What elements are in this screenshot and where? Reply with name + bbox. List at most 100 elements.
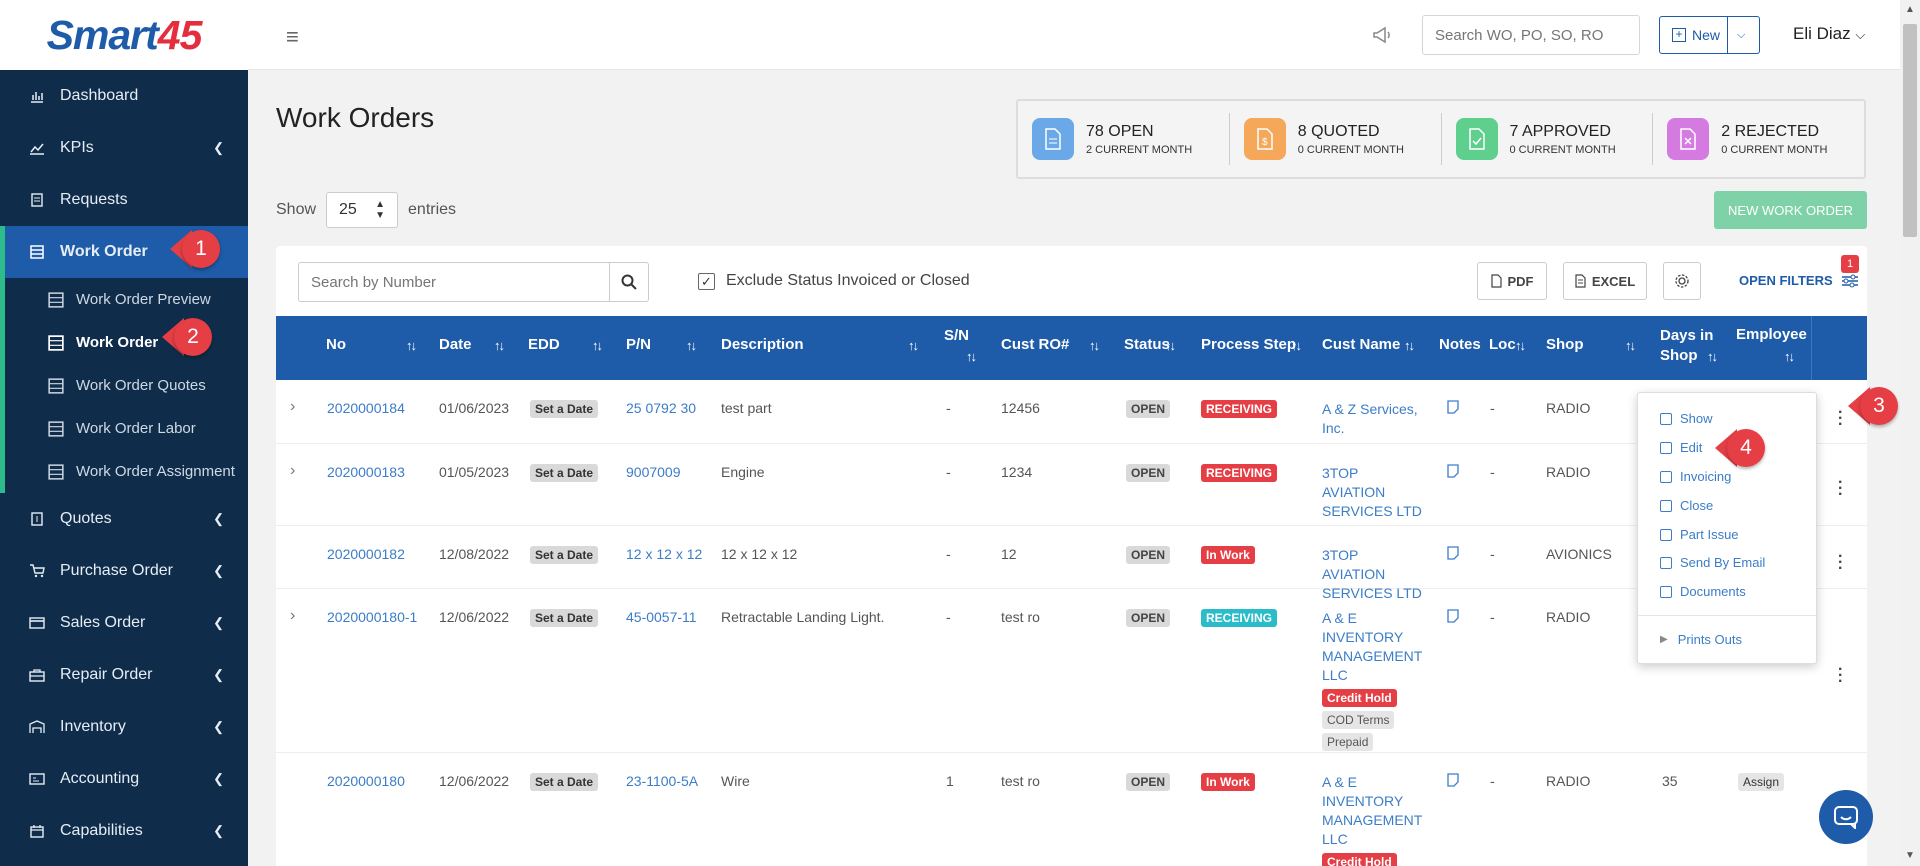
user-menu[interactable]: Eli Diaz ⌵ bbox=[1793, 24, 1865, 44]
notes-icon[interactable] bbox=[1446, 546, 1460, 560]
scroll-up-icon[interactable]: ▲ bbox=[1905, 4, 1915, 15]
menu-item-documents[interactable]: Documents bbox=[1660, 584, 1746, 599]
col-edd[interactable]: EDD bbox=[528, 336, 560, 353]
expand-row-icon[interactable]: › bbox=[290, 462, 295, 480]
sidebar-item-kpis[interactable]: KPIs ❮ bbox=[0, 122, 248, 174]
sidebar-item-accounting[interactable]: Accounting ❮ bbox=[0, 753, 248, 805]
sort-icon[interactable]: ↑↓ bbox=[1707, 349, 1718, 364]
sidebar-item-dashboard[interactable]: Dashboard bbox=[0, 70, 248, 122]
pn-link[interactable]: 23-1100-5A bbox=[626, 773, 698, 789]
col-date[interactable]: Date bbox=[439, 336, 472, 353]
wo-number-link[interactable]: 2020000180 bbox=[327, 773, 405, 789]
megaphone-icon[interactable] bbox=[1371, 24, 1393, 46]
wo-number-link[interactable]: 2020000183 bbox=[327, 464, 405, 480]
column-settings-button[interactable] bbox=[1663, 262, 1701, 300]
sort-icon[interactable]: ↑↓ bbox=[1165, 338, 1176, 353]
stat-quoted[interactable]: $8 QUOTED 0 CURRENT MONTH bbox=[1230, 113, 1442, 165]
menu-item-edit[interactable]: Edit bbox=[1660, 440, 1702, 455]
new-button[interactable]: + New ⌵ bbox=[1659, 16, 1760, 54]
sidebar-subitem-work-order-quotes[interactable]: Work Order Quotes bbox=[5, 364, 248, 407]
hamburger-menu-icon[interactable]: ≡ bbox=[286, 24, 299, 50]
chat-widget-button[interactable] bbox=[1819, 790, 1873, 844]
notes-icon[interactable] bbox=[1446, 609, 1460, 623]
sort-icon[interactable]: ↑↓ bbox=[406, 338, 417, 353]
process-step-badge[interactable]: RECEIVING bbox=[1201, 609, 1278, 627]
menu-item-send-by-email[interactable]: Send By Email bbox=[1660, 555, 1765, 570]
set-date-button[interactable]: Set a Date bbox=[530, 609, 599, 627]
sort-icon[interactable]: ↑↓ bbox=[1625, 338, 1636, 353]
col-employee[interactable]: Employee bbox=[1736, 326, 1807, 343]
menu-item-close[interactable]: Close bbox=[1660, 498, 1713, 513]
col-loc[interactable]: Loc bbox=[1489, 336, 1516, 353]
sort-icon[interactable]: ↑↓ bbox=[592, 338, 603, 353]
notes-icon[interactable] bbox=[1446, 400, 1460, 414]
customer-link[interactable]: 3TOP AVIATION SERVICES LTD bbox=[1322, 464, 1422, 521]
stat-approved[interactable]: 7 APPROVED 0 CURRENT MONTH bbox=[1442, 113, 1654, 165]
col-days-in-shop[interactable]: Days in Shop bbox=[1660, 326, 1713, 366]
sidebar-item-inventory[interactable]: Inventory ❮ bbox=[0, 701, 248, 753]
pn-link[interactable]: 12 x 12 x 12 bbox=[626, 546, 702, 562]
col-status[interactable]: Status bbox=[1124, 336, 1170, 353]
entries-select[interactable]: 25 ▲ ▼ bbox=[326, 192, 399, 228]
sidebar-item-requests[interactable]: Requests bbox=[0, 174, 248, 226]
sort-icon[interactable]: ↑↓ bbox=[494, 338, 505, 353]
process-step-badge[interactable]: In Work bbox=[1201, 546, 1255, 564]
menu-item-show[interactable]: Show bbox=[1660, 411, 1713, 426]
sidebar-subitem-work-order-preview[interactable]: Work Order Preview bbox=[5, 278, 248, 321]
wo-number-link[interactable]: 2020000184 bbox=[327, 400, 405, 416]
col-process-step[interactable]: Process Step bbox=[1201, 336, 1296, 353]
sort-icon[interactable]: ↑↓ bbox=[1515, 338, 1526, 353]
open-filters-button[interactable]: OPEN FILTERS bbox=[1739, 273, 1859, 288]
notes-icon[interactable] bbox=[1446, 464, 1460, 478]
wo-number-link[interactable]: 2020000182 bbox=[327, 546, 405, 562]
menu-item-prints-outs[interactable]: ▶ Prints Outs bbox=[1660, 632, 1742, 647]
new-work-order-button[interactable]: NEW WORK ORDER bbox=[1714, 191, 1867, 229]
wo-number-link[interactable]: 2020000180-1 bbox=[327, 609, 417, 625]
exclude-checkbox[interactable]: ✓ bbox=[698, 273, 715, 290]
menu-item-invoicing[interactable]: Invoicing bbox=[1660, 469, 1731, 484]
stat-open[interactable]: 78 OPEN 2 CURRENT MONTH bbox=[1018, 113, 1230, 165]
chevron-down-icon[interactable]: ⌵ bbox=[1737, 29, 1745, 42]
sort-icon[interactable]: ↑↓ bbox=[1291, 338, 1302, 353]
stat-rejected[interactable]: 2 REJECTED 0 CURRENT MONTH bbox=[1653, 113, 1864, 165]
set-date-button[interactable]: Set a Date bbox=[530, 464, 599, 482]
notes-icon[interactable] bbox=[1446, 773, 1460, 787]
pdf-button[interactable]: PDF bbox=[1477, 262, 1547, 300]
set-date-button[interactable]: Set a Date bbox=[530, 400, 599, 418]
search-by-number-input[interactable] bbox=[298, 262, 610, 302]
menu-item-part-issue[interactable]: Part Issue bbox=[1660, 527, 1739, 542]
search-button[interactable] bbox=[609, 262, 649, 302]
scroll-thumb[interactable] bbox=[1903, 24, 1917, 237]
customer-link[interactable]: A & E INVENTORY MANAGEMENT LLC bbox=[1322, 773, 1422, 849]
global-search-input[interactable] bbox=[1422, 15, 1640, 55]
pn-link[interactable]: 45-0057-11 bbox=[626, 609, 697, 625]
sidebar-item-quotes[interactable]: Quotes ❮ bbox=[0, 493, 248, 545]
sidebar-item-sales-order[interactable]: Sales Order ❮ bbox=[0, 597, 248, 649]
sort-icon[interactable]: ↑↓ bbox=[908, 338, 919, 353]
pn-link[interactable]: 25 0792 30 bbox=[626, 400, 696, 416]
row-actions-icon[interactable]: ... bbox=[1838, 471, 1842, 499]
sidebar-item-capabilities[interactable]: Capabilities ❮ bbox=[0, 805, 248, 857]
row-actions-icon[interactable]: ... bbox=[1838, 658, 1842, 686]
sidebar-item-repair-order[interactable]: Repair Order ❮ bbox=[0, 649, 248, 701]
sort-icon[interactable]: ↑↓ bbox=[686, 338, 697, 353]
col-cust-ro[interactable]: Cust RO# bbox=[1001, 336, 1069, 353]
logo[interactable]: Smart45 bbox=[0, 0, 248, 70]
col-sn[interactable]: S/N bbox=[944, 326, 969, 346]
col-shop[interactable]: Shop bbox=[1546, 336, 1584, 353]
sort-icon[interactable]: ↑↓ bbox=[1784, 349, 1795, 364]
expand-row-icon[interactable]: › bbox=[290, 607, 295, 625]
sidebar-subitem-work-order-assignment[interactable]: Work Order Assignment bbox=[5, 450, 248, 493]
scroll-down-icon[interactable]: ▼ bbox=[1905, 850, 1915, 861]
set-date-button[interactable]: Set a Date bbox=[530, 773, 599, 791]
row-actions-icon[interactable]: ... bbox=[1838, 545, 1842, 573]
sort-icon[interactable]: ↑↓ bbox=[1089, 338, 1100, 353]
sidebar-item-purchase-order[interactable]: Purchase Order ❮ bbox=[0, 545, 248, 597]
set-date-button[interactable]: Set a Date bbox=[530, 546, 599, 564]
col-description[interactable]: Description bbox=[721, 336, 804, 353]
process-step-badge[interactable]: RECEIVING bbox=[1201, 400, 1278, 418]
assign-button[interactable]: Assign bbox=[1738, 773, 1785, 791]
sort-icon[interactable]: ↑↓ bbox=[1404, 338, 1415, 353]
expand-row-icon[interactable]: › bbox=[290, 398, 295, 416]
sidebar-subitem-work-order-labor[interactable]: Work Order Labor bbox=[5, 407, 248, 450]
